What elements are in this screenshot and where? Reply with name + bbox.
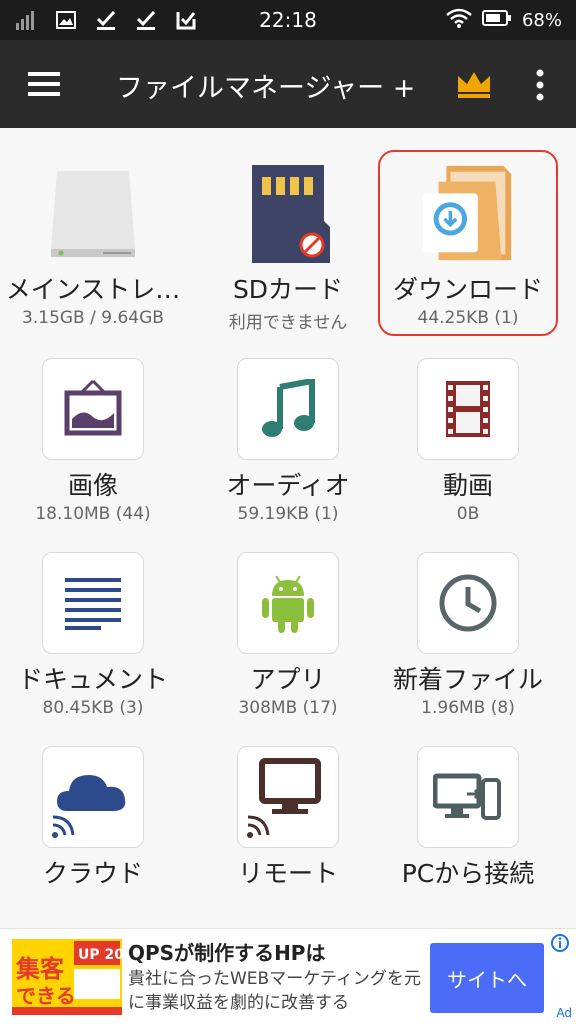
menu-icon[interactable] bbox=[22, 66, 68, 102]
info-icon[interactable] bbox=[550, 933, 570, 953]
grid-item-label: ドキュメント bbox=[17, 665, 168, 694]
music-icon bbox=[237, 358, 339, 460]
grid-item-label: 新着ファイル bbox=[392, 665, 543, 694]
app-bar: ファイルマネージャー + bbox=[0, 40, 576, 128]
monitor-icon bbox=[237, 746, 339, 848]
battery-level: 68% bbox=[521, 10, 562, 31]
grid-item-pc-connect[interactable]: PCから接続 bbox=[375, 712, 561, 906]
ad-text[interactable]: 貴社に合ったWEBマーケティングを元に事業収益を劇的に改善する bbox=[128, 967, 428, 1015]
cloud-icon bbox=[42, 746, 144, 848]
ad-title[interactable]: QPSが制作するHPは bbox=[128, 937, 325, 966]
ad-cta-button[interactable]: サイトへ bbox=[430, 943, 544, 1013]
grid-item-download[interactable]: ダウンロード 44.25KB (1) bbox=[375, 128, 561, 328]
grid-item-images[interactable]: 画像 18.10MB (44) bbox=[0, 324, 186, 524]
crown-icon[interactable] bbox=[454, 68, 494, 100]
grid-item-documents[interactable]: ドキュメント 80.45KB (3) bbox=[0, 518, 186, 718]
svg-text:UP 200: UP 200 bbox=[78, 947, 122, 963]
grid-item-sd-card[interactable]: SDカード 利用できません bbox=[195, 128, 381, 333]
category-grid: メインストレ… 3.15GB / 9.64GB SDカード 利用できません ダウ… bbox=[0, 128, 576, 928]
film-icon bbox=[417, 358, 519, 460]
image-icon bbox=[42, 358, 144, 460]
svg-text:集客: 集客 bbox=[15, 955, 65, 983]
battery-icon bbox=[481, 9, 512, 32]
grid-item-recent-files[interactable]: 新着ファイル 1.96MB (8) bbox=[375, 518, 561, 718]
wifi-icon bbox=[446, 8, 472, 33]
ad-image[interactable]: 集客できる UP 200 bbox=[12, 939, 122, 1015]
grid-item-remote[interactable]: リモート bbox=[195, 712, 381, 906]
grid-item-cloud[interactable]: クラウド bbox=[0, 712, 186, 906]
grid-item-video[interactable]: 動画 0B bbox=[375, 324, 561, 524]
grid-item-label: クラウド bbox=[42, 859, 143, 888]
clock-icon bbox=[417, 552, 519, 654]
grid-item-label: PCから接続 bbox=[401, 859, 535, 888]
ad-badge: Ad bbox=[556, 1006, 572, 1020]
grid-item-label: リモート bbox=[237, 859, 338, 888]
grid-item-label: オーディオ bbox=[226, 471, 350, 500]
sd-card-icon bbox=[237, 162, 339, 264]
grid-item-label: SDカード bbox=[232, 275, 344, 304]
more-options-icon[interactable] bbox=[524, 66, 556, 104]
android-icon bbox=[237, 552, 339, 654]
grid-item-audio[interactable]: オーディオ 59.19KB (1) bbox=[195, 324, 381, 524]
grid-item-apps[interactable]: アプリ 308MB (17) bbox=[195, 518, 381, 718]
grid-item-label: 画像 bbox=[67, 471, 118, 500]
app-title: ファイルマネージャー + bbox=[116, 73, 416, 104]
grid-item-label: アプリ bbox=[250, 665, 326, 694]
svg-text:できる: できる bbox=[16, 984, 76, 1008]
storage-icon bbox=[42, 162, 144, 264]
grid-item-label: ダウンロード bbox=[392, 275, 543, 304]
status-right: 68% bbox=[446, 8, 562, 33]
grid-item-label: メインストレ… bbox=[5, 275, 181, 304]
status-bar: 22:18 68% bbox=[0, 0, 576, 40]
document-icon bbox=[42, 552, 144, 654]
pc-connect-icon bbox=[417, 746, 519, 848]
grid-item-label: 動画 bbox=[442, 471, 493, 500]
download-folder-icon bbox=[417, 162, 519, 264]
grid-item-main-storage[interactable]: メインストレ… 3.15GB / 9.64GB bbox=[0, 128, 186, 328]
ad-banner[interactable]: 集客できる UP 200 QPSが制作するHPは 貴社に合ったWEBマーケティング… bbox=[0, 928, 576, 1024]
